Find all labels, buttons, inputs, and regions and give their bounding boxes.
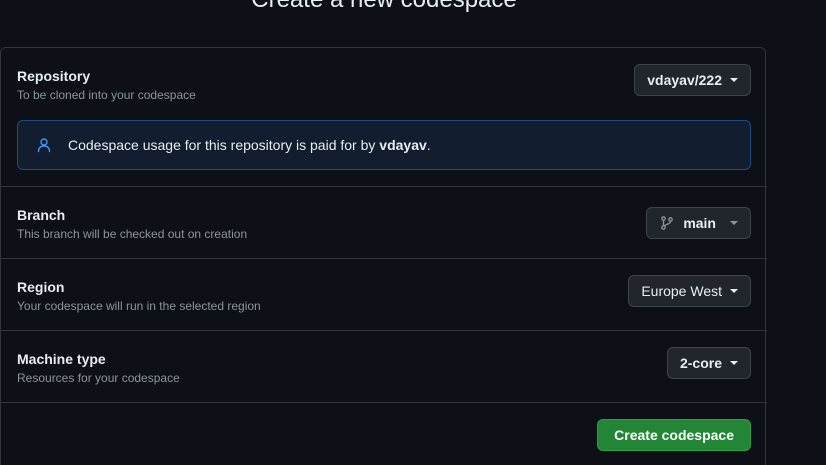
chevron-down-icon	[730, 221, 738, 225]
machine-type-select-label: 2-core	[679, 355, 722, 371]
create-codespace-button[interactable]: Create codespace	[597, 419, 751, 451]
region-subtitle: Your codespace will run in the selected …	[17, 299, 261, 313]
repository-subtitle: To be cloned into your codespace	[17, 88, 196, 102]
repository-title: Repository	[17, 68, 91, 84]
machine-type-section: Machine type Resources for your codespac…	[1, 331, 767, 403]
billing-notice-suffix: .	[426, 137, 431, 153]
branch-title: Branch	[17, 207, 66, 223]
branch-section: Branch This branch will be checked out o…	[1, 187, 767, 259]
billing-notice: Codespace usage for this repository is p…	[17, 120, 751, 170]
billing-notice-prefix: Codespace usage for this repository is p…	[68, 137, 380, 153]
branch-select-label: main	[683, 215, 716, 231]
codespace-form-card: Repository To be cloned into your codesp…	[0, 47, 767, 465]
repository-section: Repository To be cloned into your codesp…	[1, 48, 767, 187]
chevron-down-icon	[730, 78, 738, 82]
region-select-label: Europe West	[641, 283, 722, 299]
page-title: Create a new codespace	[0, 0, 768, 14]
git-branch-icon	[659, 215, 675, 231]
branch-subtitle: This branch will be checked out on creat…	[17, 227, 248, 241]
billing-owner: vdayav	[379, 137, 427, 153]
chevron-down-icon	[730, 361, 738, 365]
chevron-down-icon	[730, 289, 738, 293]
region-title: Region	[17, 279, 65, 295]
person-icon	[36, 137, 52, 153]
repository-select-button[interactable]: vdayav/222	[634, 64, 751, 96]
branch-select-button[interactable]: main	[646, 207, 751, 239]
region-section: Region Your codespace will run in the se…	[1, 259, 767, 331]
region-select-button[interactable]: Europe West	[628, 275, 751, 307]
machine-type-title: Machine type	[17, 351, 106, 367]
machine-type-select-button[interactable]: 2-core	[666, 347, 751, 379]
billing-notice-text: Codespace usage for this repository is p…	[68, 137, 431, 153]
form-footer: Create codespace	[1, 403, 767, 465]
machine-type-subtitle: Resources for your codespace	[17, 371, 180, 385]
create-codespace-page: Create a new codespace Repository To be …	[0, 0, 826, 465]
repository-select-label: vdayav/222	[647, 72, 722, 88]
